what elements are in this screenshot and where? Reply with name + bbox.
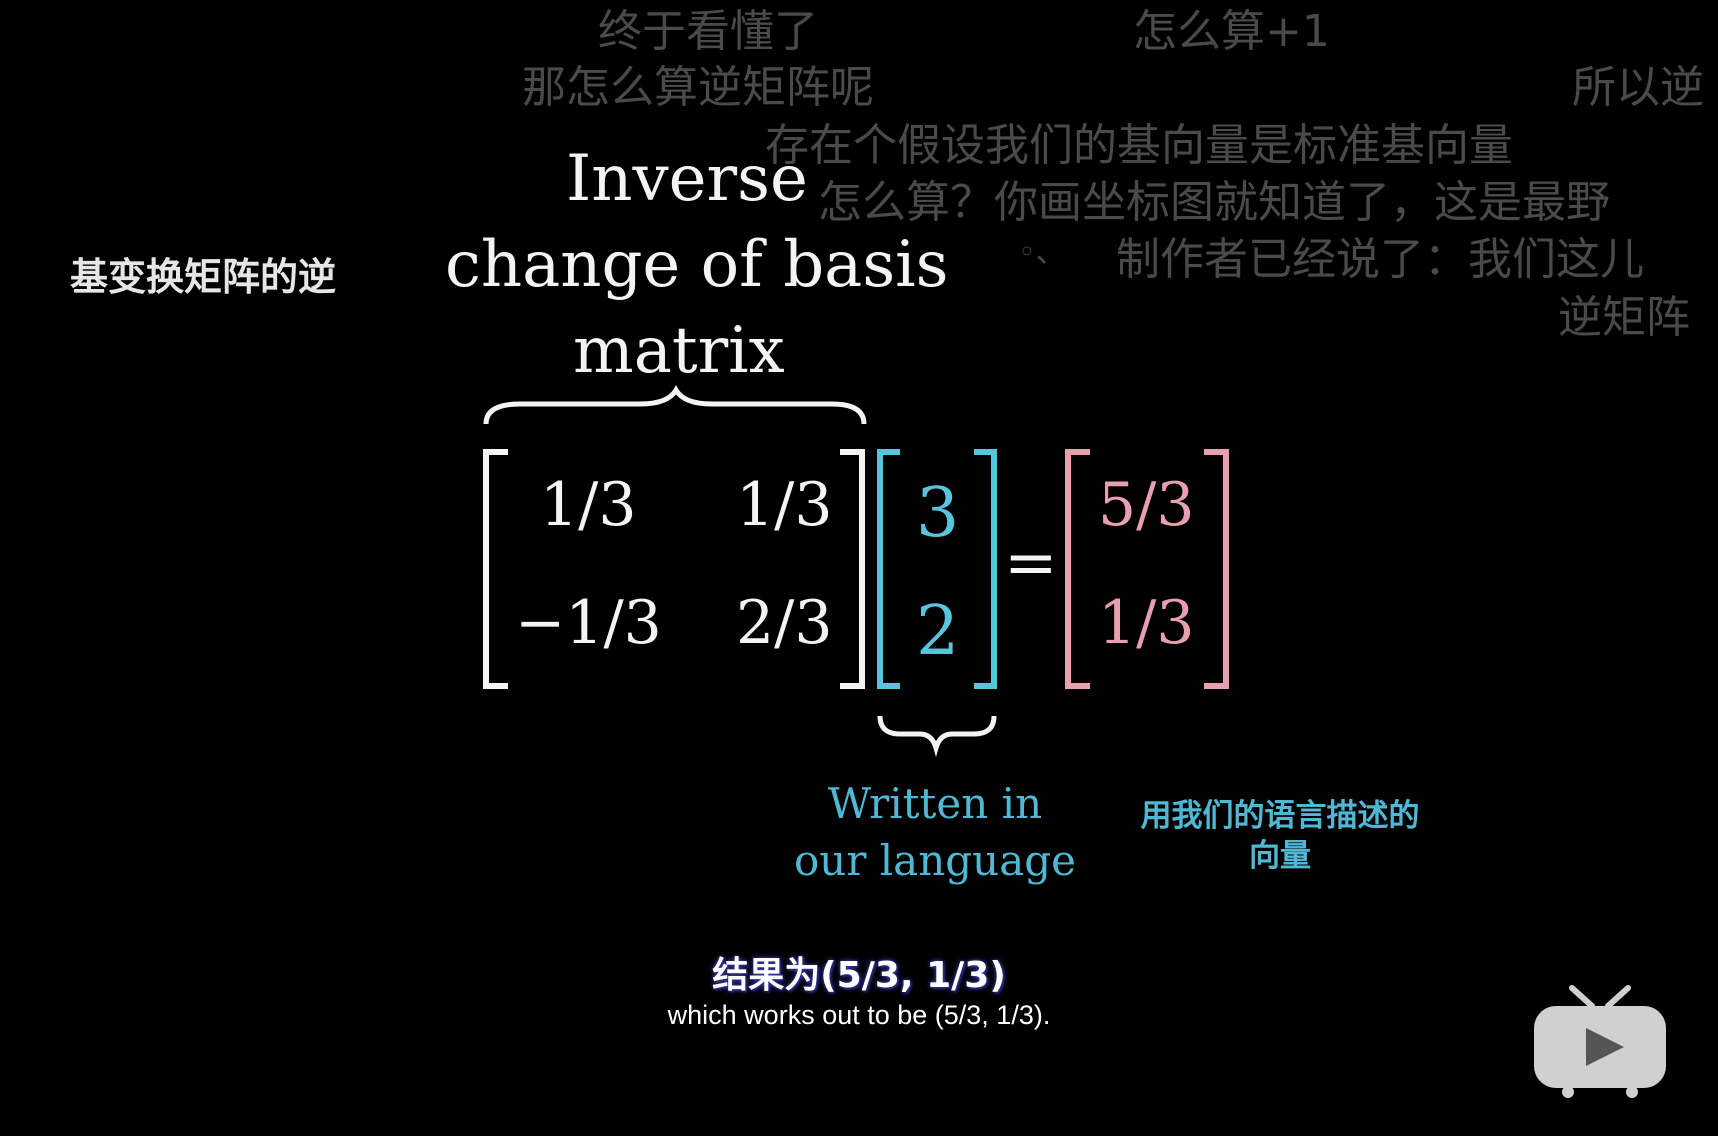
vector-entry: 3	[916, 474, 960, 553]
matrix-entry: −1/3	[515, 588, 662, 658]
matrix-right-bracket	[840, 449, 865, 689]
chinese-vector-annotation-line: 用我们的语言描述的	[1140, 798, 1420, 834]
result-entry: 5/3	[1098, 470, 1195, 540]
vector-left-bracket	[877, 449, 900, 689]
chinese-vector-annotation: 用我们的语言描述的 向量	[1110, 796, 1450, 877]
vector-right-bracket	[974, 449, 997, 689]
top-brace	[483, 384, 867, 425]
vector-caption: Written in our language	[790, 776, 1080, 889]
matrix-entry: 2/3	[736, 588, 833, 658]
subtitle-english: which works out to be (5/3, 1/3).	[667, 1000, 1051, 1030]
matrix-left-bracket	[483, 449, 508, 689]
result-left-bracket	[1065, 449, 1090, 689]
chinese-vector-annotation-line: 向量	[1249, 838, 1311, 875]
bilibili-tv-play-icon[interactable]	[1530, 980, 1670, 1100]
vector-entry: 2	[916, 592, 960, 671]
vector-caption-line: Written in	[827, 779, 1043, 828]
subtitle-chinese: 结果为(5/3, 1/3)	[712, 955, 1006, 996]
vector-caption-line: our language	[793, 835, 1076, 885]
equals-sign: =	[1004, 526, 1058, 600]
result-right-bracket	[1204, 449, 1229, 689]
matrix-entry: 1/3	[540, 470, 637, 540]
result-entry: 1/3	[1098, 588, 1195, 658]
bottom-brace	[877, 715, 997, 758]
matrix-entry: 1/3	[736, 470, 833, 540]
video-frame[interactable]: 终于看懂了 怎么算+1 那怎么算逆矩阵呢 所以逆 存在个假设我们的基向量是标准基…	[0, 0, 1718, 1136]
